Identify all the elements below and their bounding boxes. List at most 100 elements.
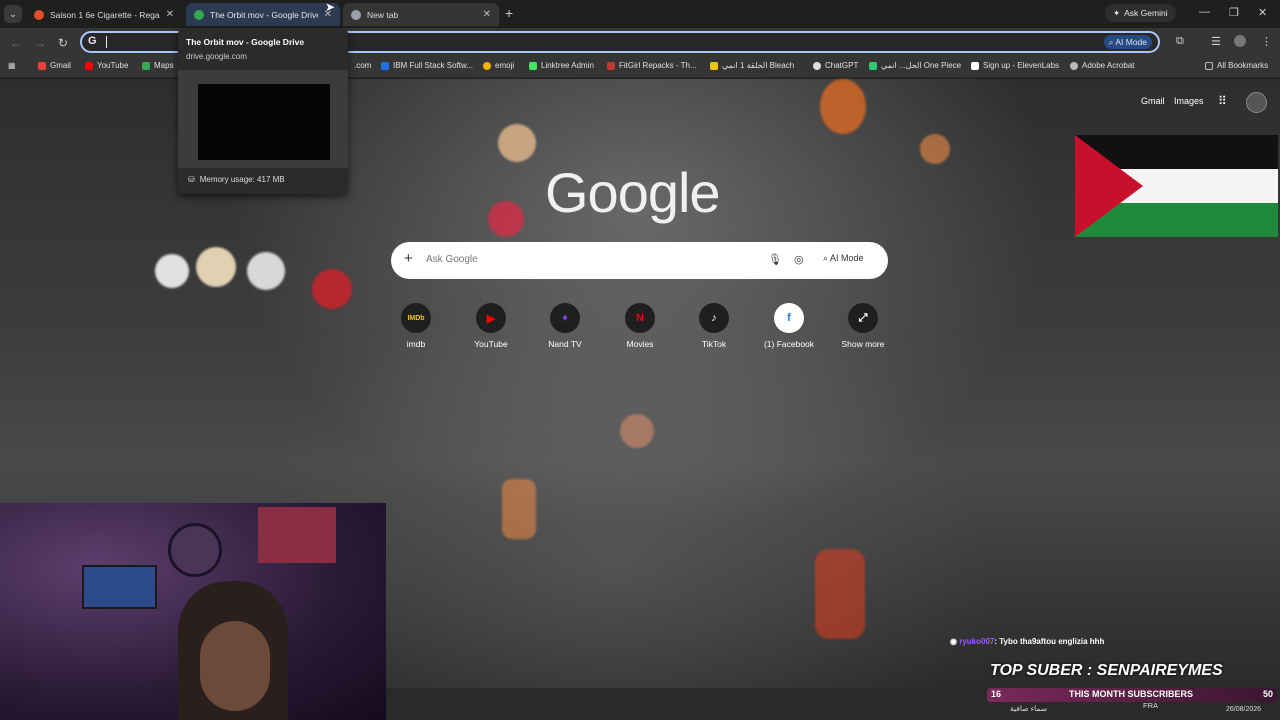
anime-site-icon xyxy=(869,61,877,70)
fitgirl-icon xyxy=(607,61,615,70)
tab-saison-cigarette[interactable]: Saison 1 6e Cigarette - Regarde ✕ xyxy=(26,3,182,26)
bokeh-light xyxy=(155,254,189,288)
browser-window: ⌄ Saison 1 6e Cigarette - Regarde ✕ The … xyxy=(0,0,1280,720)
stream-chat-message: ◉ ryuko007: Tybo tha9aftou englizia hhh xyxy=(950,637,1105,646)
chrome-icon xyxy=(351,9,361,20)
bokeh-light xyxy=(815,549,865,639)
shortcut-youtube[interactable]: ▶ YouTube xyxy=(456,303,526,349)
minimize-icon[interactable]: — xyxy=(1199,6,1210,18)
tab-new-tab[interactable]: New tab ✕ xyxy=(343,3,499,26)
bokeh-light xyxy=(196,247,236,287)
elevenlabs-icon xyxy=(971,61,979,70)
bookmark-emoji[interactable]: emoji xyxy=(483,61,514,70)
shortcut-tiktok[interactable]: ♪ TikTok xyxy=(679,303,749,349)
subscriber-goal-bar: 16 THIS MONTH SUBSCRIBERS 50 xyxy=(987,688,1277,702)
tab-search-button[interactable]: ⌄ xyxy=(4,5,22,23)
google-g-icon: G xyxy=(88,35,97,47)
back-icon[interactable]: ← xyxy=(10,36,22,50)
close-icon[interactable]: ✕ xyxy=(483,9,491,20)
memory-icon: ⛁ xyxy=(188,175,195,184)
omnibox-ai-mode-button[interactable]: ⌕ AI Mode xyxy=(1103,35,1152,49)
bookmark-fitgirl[interactable]: FitGirl Repacks - Th... xyxy=(607,61,697,70)
text-caret xyxy=(106,36,107,48)
shortcut-nand-tv[interactable]: ♦ Nand TV xyxy=(530,303,600,349)
gemini-icon: ✦ xyxy=(1113,7,1121,18)
taskbar-weather[interactable]: سماء صافية xyxy=(1010,704,1047,713)
hover-card-thumbnail xyxy=(178,70,348,168)
youtube-icon xyxy=(85,61,93,70)
taskbar-language[interactable]: FRA xyxy=(1143,701,1158,710)
folder-icon xyxy=(1205,61,1213,70)
media-controls-icon[interactable]: ☰ xyxy=(1211,35,1221,48)
linktree-icon xyxy=(529,61,537,70)
bookmark-adobe[interactable]: Adobe Acrobat xyxy=(1070,61,1134,70)
facebook-icon: f xyxy=(774,303,804,333)
google-drive-icon xyxy=(194,9,204,20)
bookmark-onepiece[interactable]: الحل... انمي One Piece xyxy=(869,61,961,70)
close-icon[interactable]: ✕ xyxy=(166,9,174,20)
shortcut-imdb[interactable]: IMDb imdb xyxy=(381,303,451,349)
bookmark-gmail[interactable]: Gmail xyxy=(38,61,71,70)
bleach-icon xyxy=(710,61,718,70)
bookmark-linktree[interactable]: Linktree Admin xyxy=(529,61,594,70)
ntp-search-box[interactable]: + Ask Google 🎙 ◎ ⌕ AI Mode xyxy=(391,242,888,279)
extensions-icon[interactable]: ⧉ xyxy=(1176,35,1184,48)
emoji-icon xyxy=(483,61,491,70)
google-logo: Google xyxy=(545,161,721,224)
chat-badge-icon: ◉ xyxy=(950,637,957,646)
google-lens-icon[interactable]: ◎ xyxy=(794,253,804,266)
ask-gemini-button[interactable]: ✦ Ask Gemini xyxy=(1105,4,1176,22)
bokeh-light xyxy=(247,252,285,290)
bokeh-light xyxy=(502,479,536,539)
gmail-link[interactable]: Gmail xyxy=(1141,96,1165,106)
bokeh-light xyxy=(620,414,654,448)
apps-icon[interactable]: ▦ xyxy=(8,61,16,70)
forward-icon[interactable]: → xyxy=(34,36,46,50)
menu-icon[interactable]: ⋮ xyxy=(1261,35,1272,48)
bookmark-youtube[interactable]: YouTube xyxy=(85,61,128,70)
expand-icon: ⤢ xyxy=(848,303,878,333)
new-tab-button[interactable]: + xyxy=(505,5,513,21)
all-bookmarks[interactable]: All Bookmarks xyxy=(1205,61,1268,70)
hover-card-url: drive.google.com xyxy=(186,52,247,61)
shortcut-facebook[interactable]: f (1) Facebook xyxy=(754,303,824,349)
netflix-icon: N xyxy=(625,303,655,333)
youtube-icon: ▶ xyxy=(476,303,506,333)
ai-search-icon: ⌕ xyxy=(1108,36,1114,47)
bookmark-bleach[interactable]: الحلقة 1 انمي Bleach xyxy=(710,61,794,70)
tab-orbit-drive[interactable]: The Orbit mov - Google Drive ✕ xyxy=(186,3,340,26)
window-close-icon[interactable]: ✕ xyxy=(1258,6,1267,19)
top-subscriber-banner: TOP SUBER : SENPAIREYMES xyxy=(990,662,1223,679)
bokeh-light xyxy=(498,124,536,162)
tiktok-icon: ♪ xyxy=(699,303,729,333)
imdb-icon: IMDb xyxy=(401,303,431,333)
ai-mode-button[interactable]: ⌕ AI Mode xyxy=(823,253,864,264)
chatgpt-icon xyxy=(813,61,821,70)
add-attachment-icon[interactable]: + xyxy=(404,250,413,267)
bookmark-com[interactable]: .com xyxy=(354,61,371,70)
bookmark-maps[interactable]: Maps xyxy=(142,61,174,70)
images-link[interactable]: Images xyxy=(1174,96,1204,106)
tab-hover-card: The Orbit mov - Google Drive drive.googl… xyxy=(178,28,348,194)
reload-icon[interactable]: ↻ xyxy=(58,36,68,50)
microphone-icon[interactable]: 🎙 xyxy=(768,253,782,266)
profile-avatar[interactable] xyxy=(1234,35,1246,47)
nand-tv-icon: ♦ xyxy=(550,303,580,333)
shortcut-show-more[interactable]: ⤢ Show more xyxy=(828,303,898,349)
account-avatar[interactable] xyxy=(1246,92,1267,113)
crunchyroll-icon xyxy=(34,9,44,20)
bokeh-light xyxy=(920,134,950,164)
bookmark-elevenlabs[interactable]: Sign up - ElevenLabs xyxy=(971,61,1059,70)
bookmark-ibm[interactable]: IBM Full Stack Softw... xyxy=(381,61,473,70)
bookmark-chatgpt[interactable]: ChatGPT xyxy=(813,61,858,70)
coursera-icon xyxy=(381,61,389,70)
maximize-icon[interactable]: ❐ xyxy=(1229,6,1239,19)
mouse-cursor-icon: ➤ xyxy=(325,0,336,14)
search-input[interactable]: Ask Google xyxy=(426,254,478,265)
shortcut-movies[interactable]: N Movies xyxy=(605,303,675,349)
google-apps-icon[interactable]: ⠿ xyxy=(1218,94,1227,108)
taskbar-date[interactable]: 26/08/2026 xyxy=(1226,706,1261,713)
globe-icon xyxy=(1070,61,1078,70)
webcam-overlay xyxy=(0,503,386,720)
gmail-icon xyxy=(38,61,46,70)
